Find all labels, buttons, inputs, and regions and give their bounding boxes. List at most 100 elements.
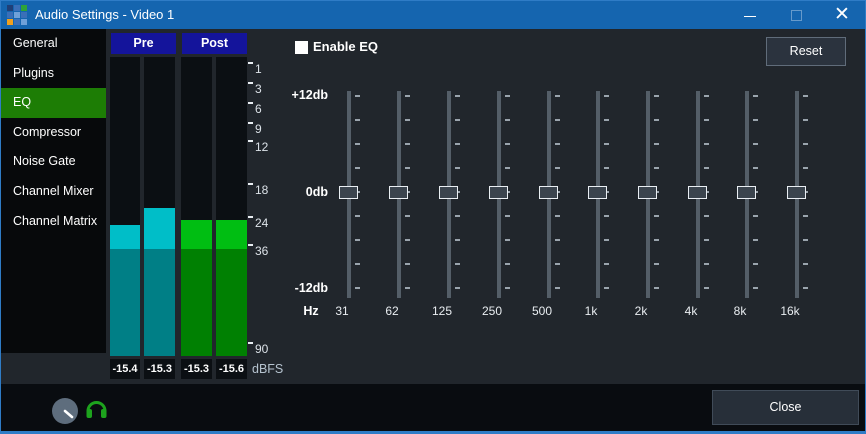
- freq-label-62: 62: [372, 304, 412, 318]
- maximize-button: [773, 1, 819, 29]
- eq-axis-bottom-label: -12db: [286, 281, 331, 295]
- eq-slider-thumb-62[interactable]: [389, 186, 408, 199]
- eq-tick: [505, 167, 510, 169]
- eq-slider-thumb-500[interactable]: [539, 186, 558, 199]
- scale-label: 18: [255, 183, 268, 197]
- eq-tick: [505, 119, 510, 121]
- meter-value: -15.6: [216, 359, 247, 379]
- scale-label: 36: [255, 244, 268, 258]
- eq-slider-thumb-31[interactable]: [339, 186, 358, 199]
- eq-tick: [803, 215, 808, 217]
- eq-tick: [355, 263, 360, 265]
- eq-slider-thumb-8k[interactable]: [737, 186, 756, 199]
- eq-slider-thumb-1k[interactable]: [588, 186, 607, 199]
- sidebar: GeneralPluginsEQCompressorNoise GateChan…: [1, 29, 106, 353]
- minimize-button[interactable]: [727, 1, 773, 29]
- scale-tick: [248, 62, 253, 64]
- meter-peak-segment: [144, 208, 175, 249]
- sidebar-item-eq[interactable]: EQ: [1, 88, 106, 118]
- close-button[interactable]: Close: [712, 390, 859, 425]
- minimize-icon: [744, 16, 756, 17]
- eq-axis-mid-label: 0db: [286, 185, 331, 199]
- close-window-button[interactable]: ✕: [819, 1, 865, 29]
- sidebar-item-compressor[interactable]: Compressor: [1, 118, 106, 148]
- scale-label: 1: [255, 62, 262, 76]
- eq-tick: [803, 119, 808, 121]
- eq-tick: [455, 119, 460, 121]
- eq-tick: [405, 263, 410, 265]
- eq-slider-thumb-2k[interactable]: [638, 186, 657, 199]
- sidebar-item-general[interactable]: General: [1, 29, 106, 59]
- audio-settings-window: Audio Settings - Video 1 ✕ GeneralPlugin…: [0, 0, 866, 434]
- scale-tick: [248, 140, 253, 142]
- enable-eq-checkbox[interactable]: [295, 41, 308, 54]
- eq-tick: [405, 95, 410, 97]
- eq-slider-thumb-250[interactable]: [489, 186, 508, 199]
- eq-axis-top-label: +12db: [286, 88, 331, 102]
- eq-tick: [704, 215, 709, 217]
- freq-label-31: 31: [322, 304, 362, 318]
- eq-tick: [405, 287, 410, 289]
- meter-level-segment: [181, 249, 212, 356]
- headphones-icon[interactable]: [85, 397, 108, 420]
- meter-panel: PrePost-15.4-15.3-15.3-15.6dBFS136912182…: [106, 29, 286, 383]
- meter-peak-segment: [110, 225, 140, 249]
- freq-label-250: 250: [472, 304, 512, 318]
- eq-tick: [405, 167, 410, 169]
- eq-tick: [654, 119, 659, 121]
- freq-label-1k: 1k: [571, 304, 611, 318]
- eq-panel: Enable EQ Reset +12db 0db -12db Hz 31621…: [286, 29, 866, 383]
- eq-slider-thumb-16k[interactable]: [787, 186, 806, 199]
- meter-level-segment: [110, 249, 140, 356]
- sidebar-item-plugins[interactable]: Plugins: [1, 59, 106, 89]
- freq-label-8k: 8k: [720, 304, 760, 318]
- eq-tick: [654, 143, 659, 145]
- freq-label-2k: 2k: [621, 304, 661, 318]
- eq-tick: [455, 167, 460, 169]
- sidebar-item-channel-mixer[interactable]: Channel Mixer: [1, 177, 106, 207]
- maximize-icon: [791, 10, 802, 21]
- sidebar-item-channel-matrix[interactable]: Channel Matrix: [1, 207, 106, 237]
- sidebar-item-noise-gate[interactable]: Noise Gate: [1, 147, 106, 177]
- eq-tick: [405, 215, 410, 217]
- eq-tick: [604, 263, 609, 265]
- eq-tick: [654, 95, 659, 97]
- eq-tick: [604, 167, 609, 169]
- eq-tick: [555, 287, 560, 289]
- eq-tick: [753, 95, 758, 97]
- reset-button[interactable]: Reset: [766, 37, 846, 66]
- eq-tick: [455, 95, 460, 97]
- volume-knob[interactable]: [52, 398, 78, 424]
- scale-label: 6: [255, 102, 262, 116]
- eq-tick: [455, 239, 460, 241]
- meter-unit-label: dBFS: [252, 359, 283, 379]
- scale-label: 24: [255, 216, 268, 230]
- eq-slider-thumb-125[interactable]: [439, 186, 458, 199]
- eq-tick: [753, 167, 758, 169]
- eq-tick: [405, 239, 410, 241]
- meter-value: -15.4: [110, 359, 140, 379]
- scale-tick: [248, 102, 253, 104]
- eq-slider-thumb-4k[interactable]: [688, 186, 707, 199]
- eq-tick: [604, 215, 609, 217]
- eq-tick: [803, 167, 808, 169]
- scale-tick: [248, 122, 253, 124]
- eq-tick: [654, 167, 659, 169]
- freq-label-16k: 16k: [770, 304, 810, 318]
- eq-tick: [555, 119, 560, 121]
- eq-tick: [803, 95, 808, 97]
- eq-tick: [455, 263, 460, 265]
- freq-label-125: 125: [422, 304, 462, 318]
- meter-peak-segment: [216, 220, 247, 249]
- eq-tick: [803, 287, 808, 289]
- meter-bar-post-2: [216, 57, 247, 356]
- scale-label: 9: [255, 122, 262, 136]
- eq-tick: [753, 215, 758, 217]
- eq-tick: [505, 263, 510, 265]
- eq-tick: [355, 143, 360, 145]
- eq-tick: [505, 239, 510, 241]
- scale-label: 12: [255, 140, 268, 154]
- eq-tick: [704, 95, 709, 97]
- eq-tick: [355, 119, 360, 121]
- eq-tick: [604, 143, 609, 145]
